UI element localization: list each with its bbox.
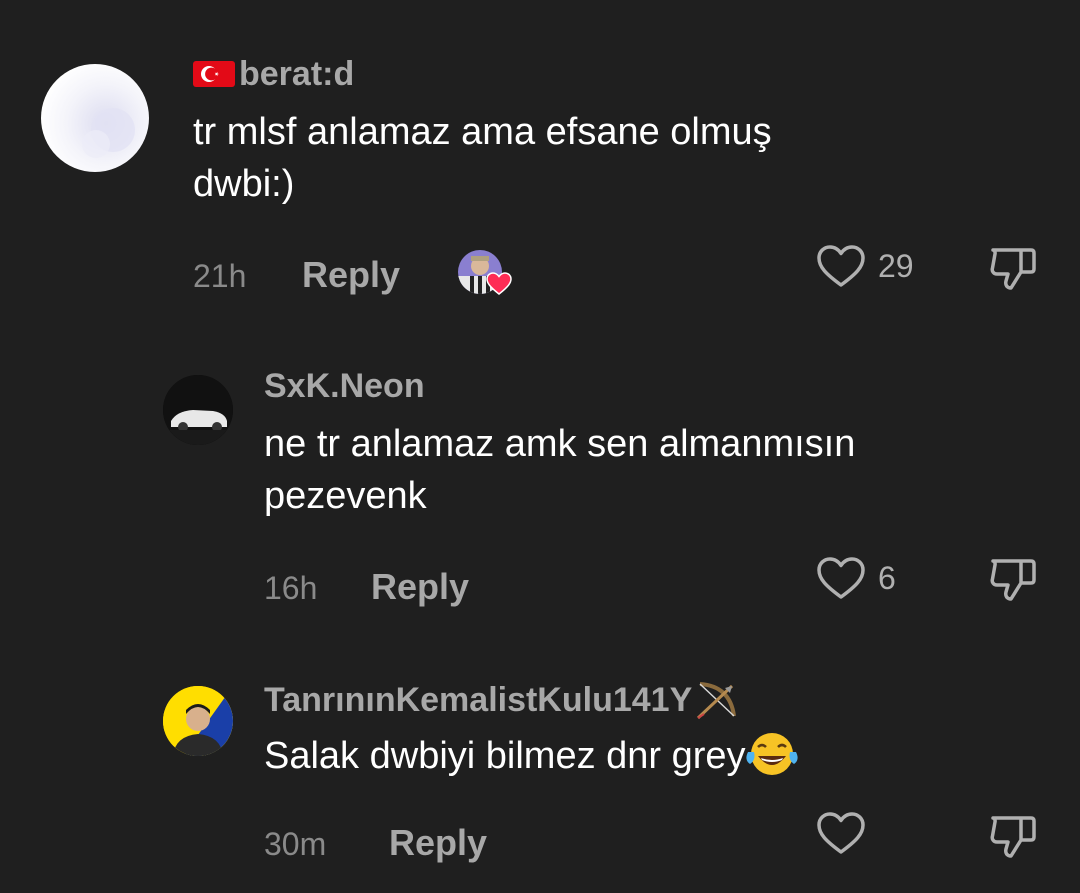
comment-username[interactable]: TanrınınKemalistKulu141Y xyxy=(264,678,740,722)
comment-reply: TanrınınKemalistKulu141Y Salak dwbiyi bi… xyxy=(0,0,1080,893)
thumbs-down-outline-icon xyxy=(990,816,1036,858)
heart-outline-icon xyxy=(817,812,865,854)
reply-button[interactable]: Reply xyxy=(389,823,487,863)
comment-list: berat:d tr mlsf anlamaz ama efsane olmuş… xyxy=(0,0,1080,893)
avatar-image xyxy=(163,686,233,756)
avatar[interactable] xyxy=(163,686,233,756)
bow-and-arrow-icon xyxy=(697,682,737,720)
username-label: TanrınınKemalistKulu141Y xyxy=(264,681,693,719)
like-button[interactable] xyxy=(816,810,878,856)
face-with-tears-of-joy-icon xyxy=(745,732,798,775)
dislike-button[interactable] xyxy=(987,810,1039,867)
comment-text-line: Salak dwbiyi bilmez dnr grey xyxy=(264,735,746,777)
comment-timestamp: 30m xyxy=(264,826,327,862)
comment-text: Salak dwbiyi bilmez dnr grey xyxy=(264,730,798,782)
